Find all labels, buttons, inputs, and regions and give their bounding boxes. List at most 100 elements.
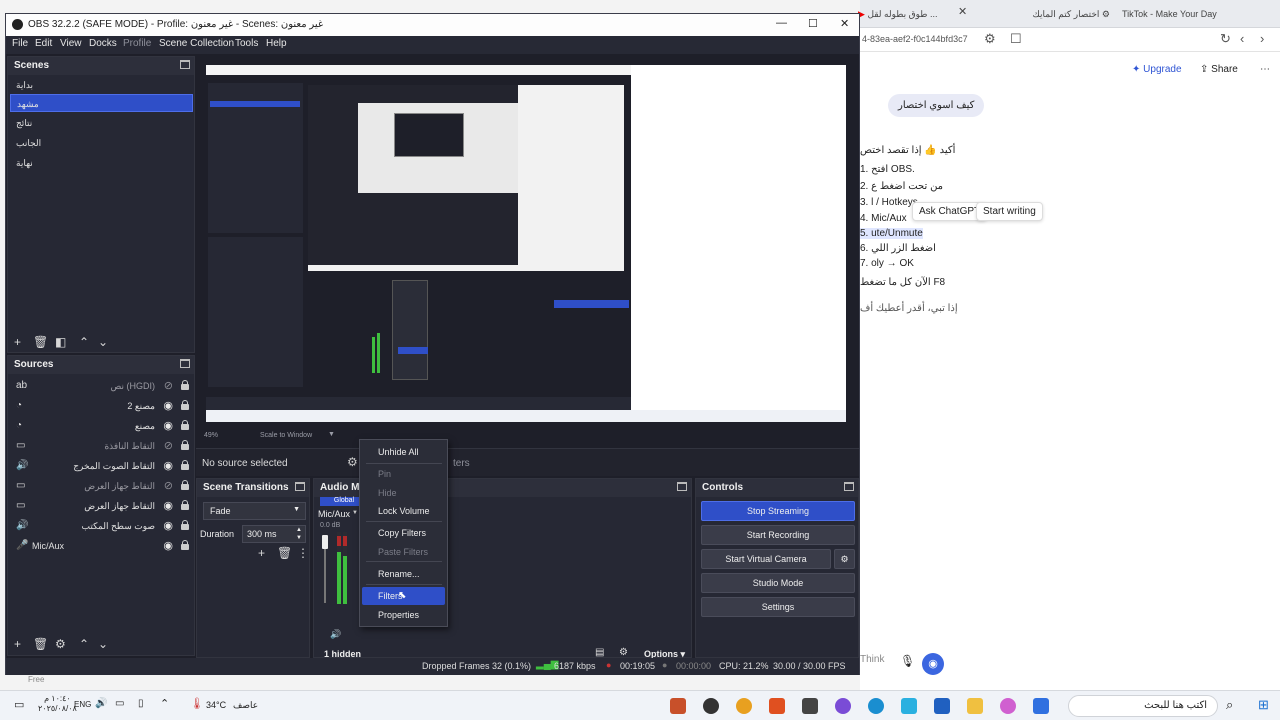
- think-button[interactable]: Think: [860, 654, 884, 665]
- undock-icon[interactable]: [844, 482, 854, 491]
- source-item[interactable]: ◔ مصنع ◉: [10, 416, 193, 436]
- store-icon[interactable]: [934, 698, 950, 714]
- start-writing-button[interactable]: Start writing: [976, 202, 1043, 221]
- start-virtual-camera-button[interactable]: Start Virtual Camera: [701, 549, 831, 569]
- source-item[interactable]: 🔊 صوت سطح المكتب ◉: [10, 516, 193, 536]
- scene-filters-icon[interactable]: ◧: [55, 336, 66, 348]
- add-transition-icon[interactable]: +: [258, 547, 265, 559]
- hidden-eye-icon[interactable]: ⊘: [164, 479, 173, 492]
- lock-icon[interactable]: [180, 400, 189, 410]
- hidden-eye-icon[interactable]: ⊘: [164, 379, 173, 392]
- menu-edit[interactable]: Edit: [35, 38, 52, 49]
- volume-slider-handle[interactable]: [322, 535, 328, 549]
- reload-icon[interactable]: ↻: [1220, 31, 1231, 47]
- eye-icon[interactable]: ◉: [163, 499, 173, 512]
- studio-mode-button[interactable]: Studio Mode: [701, 573, 855, 593]
- lock-icon[interactable]: [180, 520, 189, 530]
- show-hidden-icons[interactable]: ⌃: [160, 697, 169, 710]
- menu-tools[interactable]: Tools: [235, 38, 258, 49]
- move-down-icon[interactable]: ⌄: [98, 638, 108, 650]
- virtual-camera-settings-icon[interactable]: ⚙: [834, 549, 855, 569]
- start-windows-icon[interactable]: ⊞: [1258, 697, 1269, 713]
- settings-button[interactable]: Settings: [701, 597, 855, 617]
- lock-icon[interactable]: [180, 500, 189, 510]
- source-item[interactable]: 🎤 Mic/Aux ◉: [10, 536, 193, 556]
- more-icon[interactable]: ⋮: [297, 547, 309, 559]
- chevron-down-icon[interactable]: ▼: [328, 431, 335, 438]
- move-down-icon[interactable]: ⌄: [98, 336, 108, 348]
- notification-icon[interactable]: ▭: [14, 698, 24, 711]
- menu-scene-collection[interactable]: Scene Collection: [159, 38, 234, 49]
- lock-icon[interactable]: [180, 420, 189, 430]
- menu-rename[interactable]: Rename...: [362, 565, 445, 583]
- scene-item[interactable]: بداية: [10, 76, 193, 94]
- scene-item[interactable]: نتائج: [10, 114, 193, 132]
- source-item[interactable]: 🔊 التقاط الصوت المخرج ◉: [10, 456, 193, 476]
- network-icon[interactable]: ▭: [115, 698, 124, 709]
- browser-tab-1[interactable]: ▶ طوق بطوله لقل ...: [858, 5, 944, 23]
- volume-slider-track[interactable]: [324, 549, 326, 603]
- menu-copy-filters[interactable]: Copy Filters: [362, 524, 445, 542]
- add-scene-icon[interactable]: +: [14, 336, 21, 348]
- chrome-icon[interactable]: [736, 698, 752, 714]
- remove-transition-icon[interactable]: 🗑: [277, 547, 292, 559]
- undock-icon[interactable]: [677, 482, 687, 491]
- hidden-eye-icon[interactable]: ⊘: [164, 439, 173, 452]
- voice-mode-icon[interactable]: ◉: [922, 653, 944, 675]
- undock-icon[interactable]: [180, 359, 190, 368]
- remove-scene-icon[interactable]: 🗑: [33, 336, 48, 348]
- address-bar[interactable]: 4-83ea-aef2-f0c144bfd3c7 ⚙ ☐ ↻ ‹ ›: [860, 28, 1280, 52]
- discord-icon[interactable]: [835, 698, 851, 714]
- transition-select[interactable]: Fade ▼: [203, 502, 306, 520]
- lock-icon[interactable]: [180, 480, 189, 490]
- undock-icon[interactable]: [295, 482, 305, 491]
- source-item[interactable]: ▭ التقاط جهاز العرض ⊘: [10, 476, 193, 496]
- source-item[interactable]: ▭ التقاط النافذة ⊘: [10, 436, 193, 456]
- mixer-settings-icon[interactable]: ⚙: [619, 647, 628, 658]
- menu-properties[interactable]: Properties: [362, 606, 445, 624]
- volume-icon[interactable]: 🔊: [95, 698, 107, 709]
- lock-icon[interactable]: [180, 540, 189, 550]
- duration-input[interactable]: 300 ms ▲ ▼: [242, 525, 306, 543]
- menu-lock-volume[interactable]: Lock Volume: [362, 502, 445, 520]
- menu-view[interactable]: View: [60, 38, 82, 49]
- copilot-icon[interactable]: [1000, 698, 1016, 714]
- lock-icon[interactable]: [180, 460, 189, 470]
- close-icon[interactable]: ✕: [840, 17, 849, 30]
- battery-icon[interactable]: ▯: [138, 698, 144, 709]
- chevron-down-icon[interactable]: ▼: [352, 510, 358, 516]
- move-up-icon[interactable]: ⌃: [79, 638, 89, 650]
- taskbar-app-icon[interactable]: [670, 698, 686, 714]
- file-explorer-icon[interactable]: [967, 698, 983, 714]
- menu-unhide-all[interactable]: Unhide All: [362, 443, 445, 461]
- start-recording-button[interactable]: Start Recording: [701, 525, 855, 545]
- site-settings-icon[interactable]: ⚙: [984, 31, 996, 47]
- menu-file[interactable]: File: [12, 38, 28, 49]
- preview-canvas[interactable]: [206, 65, 846, 422]
- bookmark-icon[interactable]: ☐: [1010, 31, 1022, 47]
- properties-gear-icon[interactable]: ⚙: [347, 455, 358, 469]
- vscode-icon[interactable]: [901, 698, 917, 714]
- browser-tab-3[interactable]: TikTok - Make Your Day: [1122, 5, 1222, 23]
- layout-icon[interactable]: ▤: [595, 647, 604, 658]
- eye-icon[interactable]: ◉: [163, 519, 173, 532]
- obs-taskbar-icon[interactable]: [703, 698, 719, 714]
- forward-icon[interactable]: ›: [1260, 31, 1264, 46]
- menu-help[interactable]: Help: [266, 38, 287, 49]
- menu-hide[interactable]: Hide: [362, 484, 445, 502]
- lock-icon[interactable]: [180, 380, 189, 390]
- source-properties-icon[interactable]: ⚙: [55, 638, 66, 650]
- source-item[interactable]: ◔ مصنع 2 ◉: [10, 396, 193, 416]
- eye-icon[interactable]: ◉: [163, 419, 173, 432]
- share-button[interactable]: ⇪ Share: [1200, 64, 1238, 75]
- menu-paste-filters[interactable]: Paste Filters: [362, 543, 445, 561]
- weather-condition[interactable]: عاصف: [233, 700, 258, 711]
- browser-tab-2[interactable]: اختصار كتم المايك ⚙: [1028, 5, 1110, 23]
- back-icon[interactable]: ‹: [1240, 31, 1244, 46]
- close-tab-icon[interactable]: ✕: [958, 5, 967, 18]
- source-item[interactable]: ab نص (HGDI) ⊘: [10, 376, 193, 396]
- maximize-icon[interactable]: ☐: [808, 17, 818, 30]
- menu-profile[interactable]: Profile: [123, 38, 151, 49]
- search-icon[interactable]: ⌕: [1226, 697, 1233, 713]
- upgrade-button[interactable]: ✦ Upgrade: [1132, 64, 1182, 75]
